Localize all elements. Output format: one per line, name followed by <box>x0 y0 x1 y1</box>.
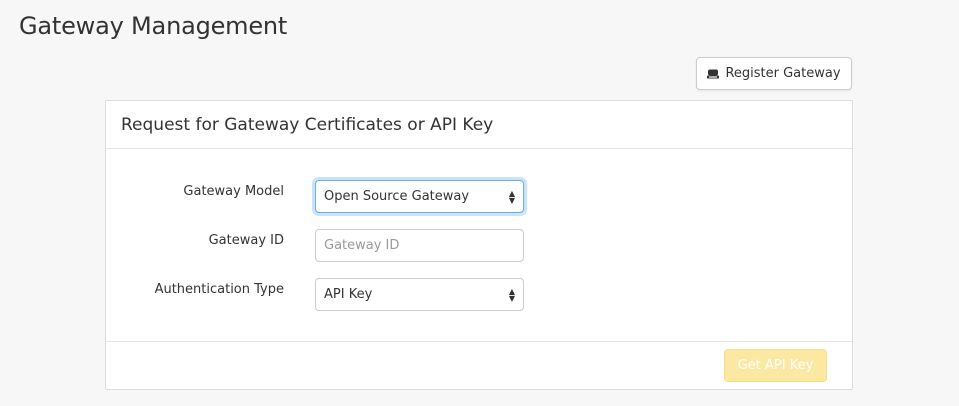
auth-type-label: Authentication Type <box>154 282 284 297</box>
auth-type-select[interactable]: API Key ▲ ▼ <box>315 278 524 311</box>
gateway-model-select[interactable]: Open Source Gateway ▲ ▼ <box>315 180 524 213</box>
request-panel: Request for Gateway Certificates or API … <box>105 100 853 390</box>
get-api-key-button[interactable]: Get API Key <box>724 349 827 382</box>
panel-footer: Get API Key <box>106 341 852 389</box>
gateway-id-input[interactable] <box>320 238 519 253</box>
panel-heading: Request for Gateway Certificates or API … <box>106 101 852 149</box>
gateway-id-label: Gateway ID <box>208 233 284 248</box>
gateway-id-field <box>315 229 524 262</box>
select-arrows-icon: ▲ ▼ <box>508 286 515 303</box>
register-gateway-button[interactable]: Register Gateway <box>696 57 852 90</box>
gateway-model-value: Open Source Gateway <box>324 189 470 204</box>
server-icon <box>707 69 720 79</box>
register-gateway-label: Register Gateway <box>725 66 841 81</box>
gateway-model-label: Gateway Model <box>183 184 284 199</box>
panel-title: Request for Gateway Certificates or API … <box>121 114 494 135</box>
auth-type-value: API Key <box>324 287 373 302</box>
select-arrows-icon: ▲ ▼ <box>508 188 515 205</box>
page-title: Gateway Management <box>19 12 288 40</box>
